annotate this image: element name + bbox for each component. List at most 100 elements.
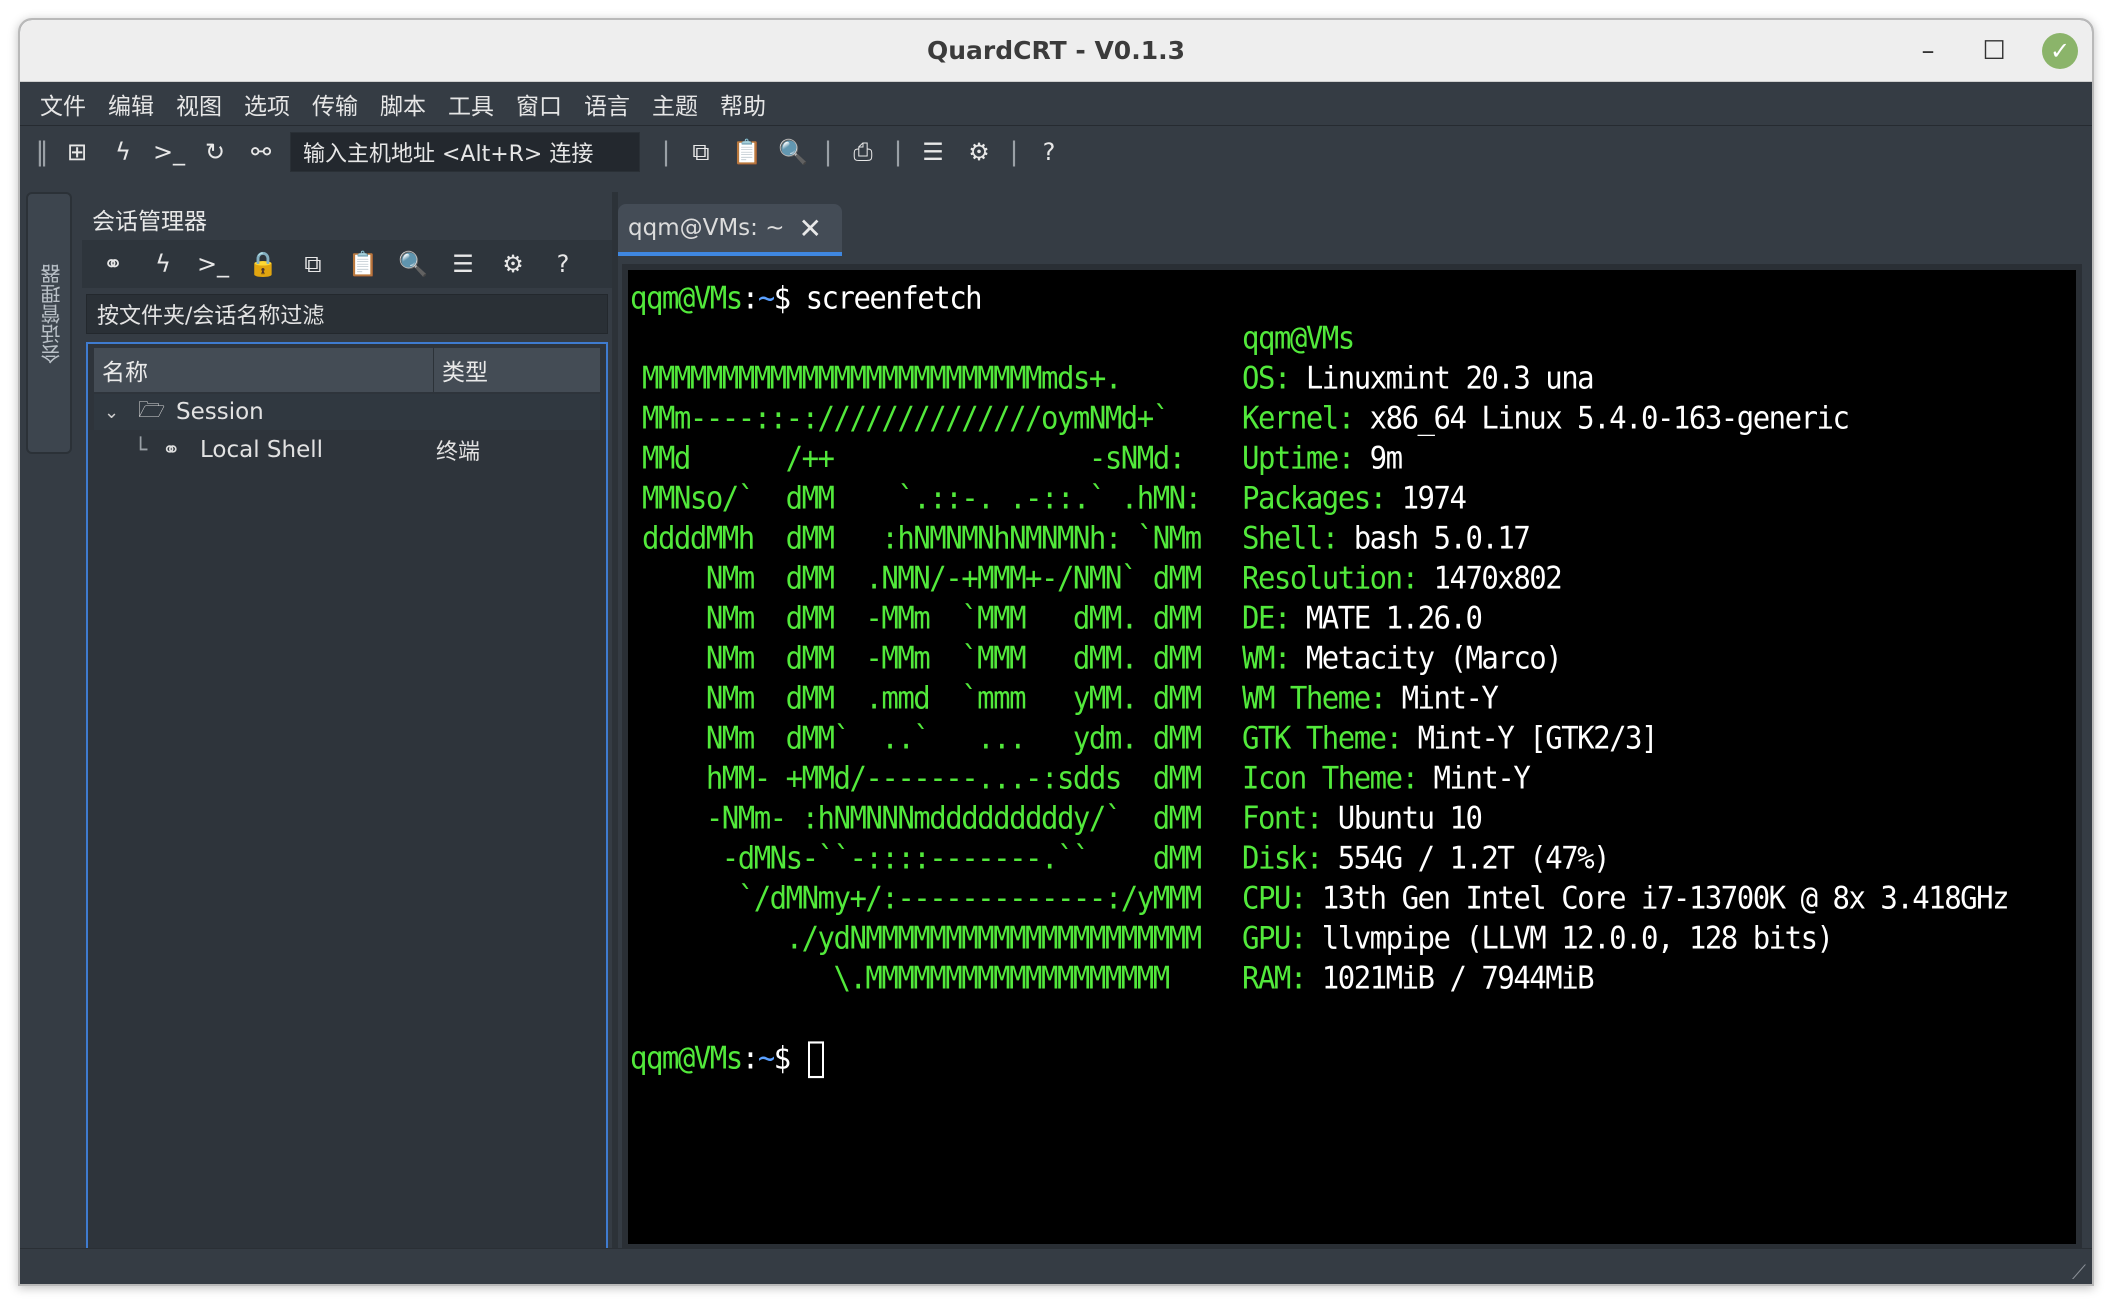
help-icon[interactable]: ? [538,250,588,278]
menu-language[interactable]: 语言 [584,87,630,121]
info-value: 13th Gen Intel Core i7-13700K @ 8x 3.418… [1305,879,2010,916]
chevron-down-icon[interactable]: ⌄ [104,402,126,423]
menu-window[interactable]: 窗口 [516,87,562,121]
prompt-path: ~ [757,1039,775,1076]
tree-item-label: Session [176,399,264,425]
screenfetch-line: qqm@VMs [630,316,2076,359]
toolbar-separator: | [661,137,671,167]
flash-icon[interactable]: ϟ [100,138,146,166]
info-value: bash 5.0.17 [1337,519,1531,556]
command-text: screenfetch [789,279,983,316]
toolbar-separator: | [1009,137,1019,167]
info-key: Kernel: [1242,399,1355,436]
settings-sliders-icon[interactable]: ☰ [438,250,488,278]
link-icon[interactable]: ⚭ [88,250,138,278]
info-key: CPU: [1242,879,1307,916]
tree-item-label: Local Shell [200,437,324,463]
info-value: 1974 [1385,479,1467,516]
info-row: Disk: 554G / 1.2T (47%) [1242,836,1611,879]
host-address-input[interactable]: 输入主机地址 <Alt+R> 连接 [290,132,640,172]
ascii-logo-line: \.MMMMMMMMMMMMMMMMMMM [642,959,1171,996]
ascii-logo-line: MMm----::-://////////////oymNMd+` [642,399,1170,436]
screenfetch-line: NMm dMM -MMm `MMM dMM. dMM DE: MATE 1.26.… [630,596,2076,639]
ascii-logo-line: ./ydNMMMMMMMMMMMMMMMMMMMMM [642,919,1202,956]
tree-branch-line: └ [134,437,148,463]
window-controls: – ☐ ✓ [1910,28,2078,74]
info-value: 1470x802 [1417,559,1563,596]
info-value: 1021MiB / 7944MiB [1305,959,1595,996]
menu-view[interactable]: 视图 [176,87,222,121]
menu-bar: 文件 编辑 视图 选项 传输 脚本 工具 窗口 语言 主题 帮助 [20,82,2092,126]
info-row: CPU: 13th Gen Intel Core i7-13700K @ 8x … [1242,876,2010,919]
info-key: RAM: [1242,959,1307,996]
prompt-user: qqm@VMs [630,279,743,316]
maximize-button[interactable]: ☐ [1976,33,2012,69]
info-value: Linuxmint 20.3 una [1289,359,1595,396]
resize-grip-icon[interactable]: ⟋ [2072,1260,2086,1284]
search-icon[interactable]: 🔍 [388,250,438,278]
info-row: WM: Metacity (Marco) [1242,636,1563,679]
ascii-logo-line: hMM- +MMd/-------...-:sdds dMM [642,759,1202,796]
screenfetch-line: -dMNs-``-::::-------.`` dMM Disk: 554G / … [630,836,2076,879]
search-icon[interactable]: 🔍 [770,138,816,166]
terminal-icon[interactable]: >_ [188,250,238,278]
screenfetch-output: qqm@VMs MMMMMMMMMMMMMMMMMMMMMMMMMmds+. OS:… [630,316,2076,996]
menu-help[interactable]: 帮助 [720,87,766,121]
menu-options[interactable]: 选项 [244,87,290,121]
menu-edit[interactable]: 编辑 [108,87,154,121]
tree-row-local-shell[interactable]: └ ⚭ Local Shell 终端 [94,432,600,468]
menu-file[interactable]: 文件 [40,87,86,121]
sessions-icon[interactable]: ⊞ [54,138,100,166]
ascii-logo-line: NMm dMM .NMN/-+MMM+-/NMN` dMM [642,559,1202,596]
ascii-logo-line: -dMNs-``-::::-------.`` dMM [642,839,1202,876]
gear-icon[interactable]: ⚙ [956,138,1002,166]
session-filter-input[interactable]: 按文件夹/会话名称过滤 [86,294,608,334]
info-value: MATE 1.26.0 [1289,599,1483,636]
flash-icon[interactable]: ϟ [138,250,188,278]
close-button[interactable]: ✓ [2042,33,2078,69]
menu-transfer[interactable]: 传输 [312,87,358,121]
info-row: WM Theme: Mint-Y [1242,676,1499,719]
session-manager-side-tab[interactable]: 会话管理器 [26,192,72,454]
screenfetch-line: -NMm- :hNMNNNmdddddddddy/` dMM Font: Ubun… [630,796,2076,839]
ascii-logo-line: ddddMMh dMM :hNMNMNhNMNMNh: `NMm [642,519,1202,556]
toolbar-handle[interactable]: ‖ [30,137,54,167]
copy-icon[interactable]: ⧉ [678,138,724,166]
window-title: QuardCRT - V0.1.3 [927,36,1185,65]
menu-script[interactable]: 脚本 [380,87,426,121]
screenfetch-line: NMm dMM .mmd `mmm yMM. dMM WM Theme: Mint… [630,676,2076,719]
tree-row-session[interactable]: ⌄ 🗁 Session [94,394,600,430]
copy-icon[interactable]: ⧉ [288,250,338,278]
help-icon[interactable]: ? [1026,138,1072,166]
session-tree: 名称 类型 ⌄ 🗁 Session └ ⚭ Local Shell 终端 [86,342,608,1258]
column-header-name[interactable]: 名称 [94,348,434,392]
info-value: 9m [1353,439,1403,476]
lock-icon[interactable]: 🔒 [238,250,288,278]
info-key: WM Theme: [1242,679,1387,716]
refresh-icon[interactable]: ↻ [192,138,238,166]
info-key: WM: [1242,639,1291,676]
settings-sliders-icon[interactable]: ☰ [910,138,956,166]
terminal-icon[interactable]: >_ [146,138,192,166]
terminal-screen[interactable]: qqm@VMs:~$ screenfetch qqm@VMs MMMMMMMMMM… [622,264,2082,1250]
menu-theme[interactable]: 主题 [652,87,698,121]
screenfetch-line: MMNso/` dMM `.::-. .-::.` .hMN: Packages:… [630,476,2076,519]
gear-icon[interactable]: ⚙ [488,250,538,278]
info-row: DE: MATE 1.26.0 [1242,596,1483,639]
paste-icon[interactable]: 📋 [724,138,770,166]
folder-open-icon: 🗁 [138,398,166,423]
menu-tools[interactable]: 工具 [448,87,494,121]
column-header-type[interactable]: 类型 [434,348,600,392]
screenfetch-line: NMm dMM -MMm `MMM dMM. dMM WM: Metacity (… [630,636,2076,679]
info-row: Font: Ubuntu 10 [1242,796,1483,839]
close-icon[interactable]: ✕ [799,212,822,245]
prompt-symbol: $ [773,279,791,316]
disconnect-icon[interactable]: ⚯ [238,138,284,166]
ascii-logo-line: MMd /++ -sNMd: [642,439,1186,476]
terminal-tab[interactable]: qqm@VMs: ~ ✕ [618,204,842,256]
print-icon[interactable]: ⎙ [840,138,886,166]
paste-icon[interactable]: 📋 [338,250,388,278]
ascii-logo-line: `/dMNmy+/:-------------:/yMMM [642,879,1202,916]
screenfetch-line: MMm----::-://////////////oymNMd+` Kernel:… [630,396,2076,439]
minimize-button[interactable]: – [1910,33,1946,69]
